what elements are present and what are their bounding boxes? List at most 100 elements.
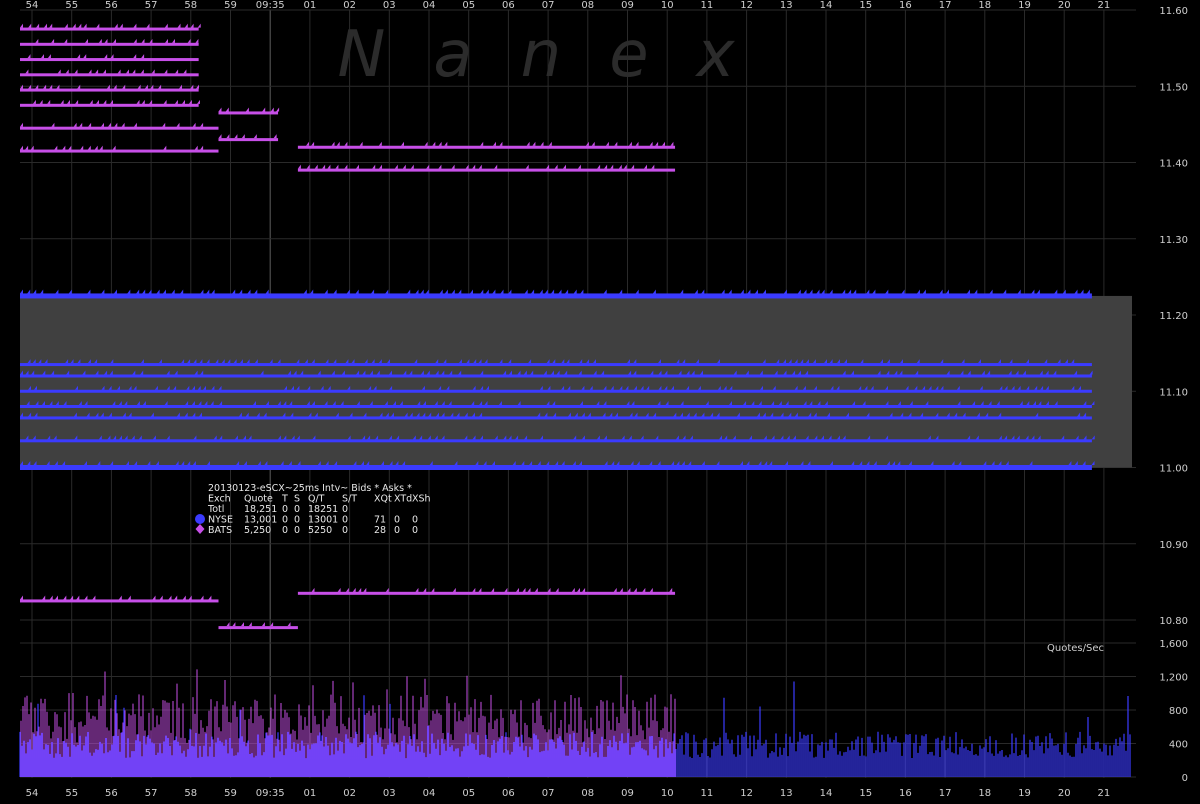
legend-cell: 0 — [394, 515, 400, 526]
x-tick-label-bottom: 59 — [224, 788, 237, 799]
rate-tick-label: 400 — [1169, 740, 1188, 751]
x-tick-label-top: 03 — [383, 0, 396, 11]
x-tick-label-top: 10 — [661, 0, 674, 11]
x-tick-label-bottom: 06 — [502, 788, 515, 799]
legend-header-cell: Q/T — [308, 494, 325, 505]
legend-cell: Totl — [207, 504, 224, 515]
quote-level-bats — [20, 599, 219, 603]
quote-level-nyse — [20, 405, 1092, 408]
x-tick-label-top: 11 — [701, 0, 714, 11]
legend-cell: 0 — [342, 525, 348, 536]
quote-level-bats — [218, 138, 279, 142]
legend-cell: 5250 — [308, 525, 332, 536]
quote-level-bats — [20, 103, 199, 107]
rate-tick-label: 800 — [1169, 706, 1188, 717]
legend-header-cell: T — [281, 494, 288, 505]
legend-cell: 5,250 — [244, 525, 271, 536]
legend-cell: 71 — [374, 515, 386, 526]
x-tick-label-bottom: 15 — [859, 788, 872, 799]
legend-cell: 18,251 — [244, 504, 277, 515]
legend-cell: 0 — [412, 515, 418, 526]
legend-cell: 0 — [294, 525, 300, 536]
rate-tick-label: 1,200 — [1159, 673, 1188, 684]
x-tick-label-bottom: 13 — [780, 788, 793, 799]
rate-axis-label: Quotes/Sec — [1047, 643, 1104, 654]
quote-level-bats — [218, 626, 298, 630]
quote-level-nyse — [20, 465, 1092, 470]
x-tick-label-top: 05 — [462, 0, 475, 11]
x-tick-label-bottom: 12 — [740, 788, 753, 799]
x-tick-label-bottom: 58 — [184, 788, 197, 799]
price-tick-label: 11.00 — [1159, 464, 1188, 475]
x-tick-label-bottom: 18 — [978, 788, 991, 799]
legend-cell: NYSE — [208, 515, 233, 526]
legend-header-cell: Exch — [208, 494, 231, 505]
x-tick-label-bottom: 05 — [462, 788, 475, 799]
legend-cell: 0 — [294, 504, 300, 515]
x-tick-label-top: 18 — [978, 0, 991, 11]
x-tick-label-bottom: 02 — [343, 788, 356, 799]
x-tick-label-bottom: 14 — [820, 788, 833, 799]
x-tick-label-top: 07 — [542, 0, 555, 11]
x-tick-label-top: 21 — [1098, 0, 1111, 11]
price-tick-label: 11.10 — [1159, 387, 1188, 398]
quote-level-bats — [297, 591, 676, 595]
x-tick-label-bottom: 08 — [581, 788, 594, 799]
x-tick-label-top: 08 — [581, 0, 594, 11]
quote-level-bats — [297, 145, 676, 149]
x-tick-label-bottom: 07 — [542, 788, 555, 799]
legend-cell: 18251 — [308, 504, 338, 515]
quote-level-bats — [20, 88, 199, 92]
x-tick-label-bottom: 17 — [939, 788, 952, 799]
x-tick-label-top: 57 — [145, 0, 158, 11]
x-tick-label-top: 04 — [423, 0, 436, 11]
price-tick-label: 11.50 — [1159, 82, 1188, 93]
legend-cell: 0 — [342, 515, 348, 526]
price-tick-label: 11.20 — [1159, 311, 1188, 322]
x-tick-label-top: 17 — [939, 0, 952, 11]
legend-header-cell: XQt — [374, 494, 392, 505]
legend-cell: 0 — [282, 504, 288, 515]
rate-tick-label: 0 — [1182, 773, 1188, 784]
x-tick-label-bottom: 19 — [1018, 788, 1031, 799]
x-tick-label-top: 20 — [1058, 0, 1071, 11]
x-tick-label-top: 19 — [1018, 0, 1031, 11]
quote-level-bats — [297, 168, 676, 172]
legend-cell: 13001 — [308, 515, 338, 526]
x-tick-label-top: 09 — [621, 0, 634, 11]
x-tick-label-top: 58 — [184, 0, 197, 11]
x-tick-label-bottom: 55 — [65, 788, 78, 799]
nyse-marker-icon — [195, 514, 205, 524]
watermark: Nanex — [338, 18, 735, 92]
x-tick-label-top: 54 — [26, 0, 39, 11]
x-tick-label-bottom: 21 — [1098, 788, 1111, 799]
quote-level-nyse — [20, 374, 1092, 378]
quote-level-bats — [20, 126, 219, 130]
x-tick-label-top: 01 — [304, 0, 317, 11]
x-tick-label-bottom: 20 — [1058, 788, 1071, 799]
x-tick-label-bottom: 01 — [304, 788, 317, 799]
legend-header-cell: Quote — [244, 494, 273, 505]
price-tick-label: 10.90 — [1159, 540, 1188, 551]
x-tick-label-bottom: 57 — [145, 788, 158, 799]
x-tick-label-top: 56 — [105, 0, 118, 11]
x-tick-label-top: 06 — [502, 0, 515, 11]
x-tick-label-bottom: 54 — [26, 788, 39, 799]
legend-cell: BATS — [208, 525, 232, 536]
legend-cell: 0 — [282, 515, 288, 526]
legend-header-cell: XTd — [394, 494, 412, 505]
x-tick-label-top: 16 — [899, 0, 912, 11]
chart-window: Nanex 54 55 56 57 58 59 09:35 01 02 03 04 05 06 07 08 0… — [0, 0, 1200, 800]
quote-level-bats — [20, 58, 199, 62]
quote-level-nyse — [20, 439, 1092, 443]
x-tick-label-bottom: 10 — [661, 788, 674, 799]
x-tick-label-bottom: 03 — [383, 788, 396, 799]
legend-title: 20130123-eSCX~25ms Intv~ Bids * Asks * — [208, 483, 412, 494]
price-tick-label: 10.80 — [1159, 616, 1188, 627]
legend-cell: 0 — [394, 525, 400, 536]
quote-level-nyse — [20, 389, 1092, 393]
x-tick-label-bottom: 11 — [701, 788, 714, 799]
chart-svg: Nanex 54 55 56 57 58 59 09:35 01 02 03 04 05 06 07 08 0… — [0, 0, 1200, 800]
legend-cell: 28 — [374, 525, 386, 536]
x-tick-label-bottom: 04 — [423, 788, 436, 799]
